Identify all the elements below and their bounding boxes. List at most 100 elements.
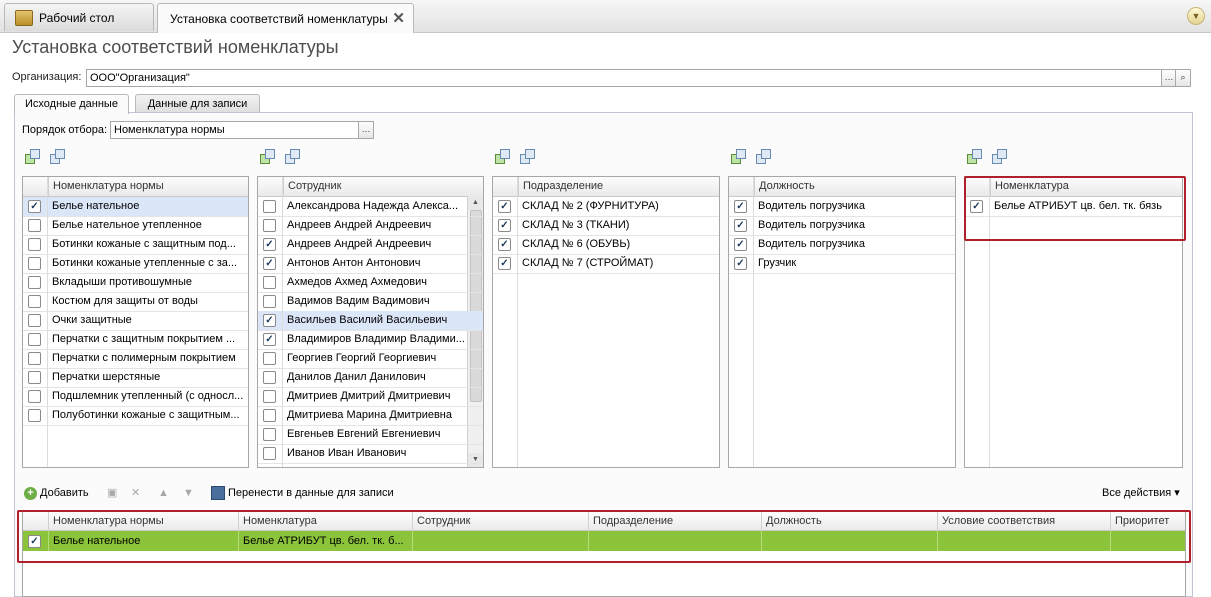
list-item[interactable]: ✓ СКЛАД № 2 (ФУРНИТУРА) <box>493 197 719 217</box>
column-header[interactable]: Номенклатура нормы <box>48 512 239 530</box>
row-checkbox[interactable] <box>263 409 276 422</box>
column-header-department[interactable]: Подразделение <box>518 177 719 196</box>
table-cell[interactable] <box>761 531 938 551</box>
row-checkbox[interactable] <box>28 371 41 384</box>
row-checkbox[interactable] <box>263 295 276 308</box>
table-cell[interactable] <box>588 531 762 551</box>
row-checkbox[interactable]: ✓ <box>263 333 276 346</box>
row-checkbox[interactable] <box>263 371 276 384</box>
list-item[interactable]: Перчатки шерстяные <box>23 368 248 388</box>
row-checkbox[interactable] <box>263 352 276 365</box>
row-checkbox[interactable] <box>28 238 41 251</box>
delete-icon[interactable]: ✕ <box>131 485 140 501</box>
list-item[interactable]: Вкладыши противошумные <box>23 273 248 293</box>
row-checkbox[interactable]: ✓ <box>28 200 41 213</box>
chevron-down-icon[interactable]: ▼ <box>1187 7 1205 25</box>
row-checkbox[interactable]: ✓ <box>734 200 747 213</box>
column-header[interactable]: Номенклатура <box>238 512 413 530</box>
column-header[interactable]: Должность <box>761 512 938 530</box>
list-item[interactable]: ✓ Владимиров Владимир Владими... <box>258 330 483 350</box>
list-item[interactable]: ✓ СКЛАД № 7 (СТРОЙМАТ) <box>493 254 719 274</box>
list-item[interactable]: Андреев Андрей Андреевич <box>258 216 483 236</box>
list-item[interactable]: Дмитриева Марина Дмитриевна <box>258 406 483 426</box>
list-item[interactable]: Подшлемник утепленный (с односл... <box>23 387 248 407</box>
row-checkbox[interactable]: ✓ <box>498 238 511 251</box>
order-select-button[interactable]: … <box>358 121 374 139</box>
department-grid[interactable]: Подразделение ✓ СКЛАД № 2 (ФУРНИТУРА) ✓ СКЛ… <box>492 176 720 468</box>
check-all-icon[interactable] <box>967 149 982 164</box>
row-checkbox[interactable] <box>28 295 41 308</box>
row-checkbox[interactable] <box>28 409 41 422</box>
row-checkbox[interactable]: ✓ <box>734 257 747 270</box>
list-item[interactable]: Очки защитные <box>23 311 248 331</box>
tab-data-for-record[interactable]: Данные для записи <box>135 94 260 113</box>
uncheck-all-icon[interactable] <box>756 149 771 164</box>
list-item[interactable]: ✓ Водитель погрузчика <box>729 197 955 217</box>
list-item[interactable]: ✓ Васильев Василий Васильевич <box>258 311 483 331</box>
list-item[interactable]: ✓ СКЛАД № 3 (ТКАНИ) <box>493 216 719 236</box>
search-icon[interactable]: ⌕ <box>1175 69 1191 87</box>
list-item[interactable]: ✓ Грузчик <box>729 254 955 274</box>
row-checkbox[interactable]: ✓ <box>263 238 276 251</box>
column-header-nomenclature[interactable]: Номенклатура <box>990 177 1182 196</box>
list-item[interactable]: Дмитриев Дмитрий Дмитриевич <box>258 387 483 407</box>
list-item[interactable]: Ботинки кожаные с защитным под... <box>23 235 248 255</box>
table-cell[interactable] <box>1110 531 1185 551</box>
table-cell[interactable]: Белье нательное <box>48 531 239 551</box>
norm-nomenclature-grid[interactable]: Номенклатура нормы ✓ Белье нательное Белье… <box>22 176 249 468</box>
list-item[interactable]: ✓ Андреев Андрей Андреевич <box>258 235 483 255</box>
row-checkbox[interactable]: ✓ <box>28 535 41 548</box>
check-all-icon[interactable] <box>731 149 746 164</box>
row-checkbox[interactable]: ✓ <box>734 219 747 232</box>
row-checkbox[interactable] <box>28 333 41 346</box>
list-item[interactable]: Полуботинки кожаные с защитным... <box>23 406 248 426</box>
list-item[interactable]: Ботинки кожаные утепленные с за... <box>23 254 248 274</box>
list-item[interactable]: Костюм для защиты от воды <box>23 292 248 312</box>
row-checkbox[interactable] <box>263 390 276 403</box>
table-cell[interactable] <box>937 531 1111 551</box>
list-item[interactable]: Перчатки с полимерным покрытием <box>23 349 248 369</box>
uncheck-all-icon[interactable] <box>285 149 300 164</box>
row-checkbox[interactable] <box>28 390 41 403</box>
row-checkbox[interactable]: ✓ <box>498 257 511 270</box>
column-header-position[interactable]: Должность <box>754 177 955 196</box>
row-checkbox[interactable]: ✓ <box>498 200 511 213</box>
copy-icon[interactable]: ▣ <box>107 485 117 501</box>
row-checkbox[interactable] <box>28 314 41 327</box>
tab-nomenclature-matching[interactable]: Установка соответствий номенклатуры ✕ <box>157 3 414 33</box>
table-row[interactable]: ✓ Белье нательное Белье АТРИБУТ цв. бел. т… <box>23 531 1185 551</box>
nomenclature-grid[interactable]: Номенклатура ✓ Белье АТРИБУТ цв. бел. тк.… <box>964 176 1183 468</box>
row-checkbox[interactable] <box>263 447 276 460</box>
list-item[interactable]: Вадимов Вадим Вадимович <box>258 292 483 312</box>
table-cell[interactable]: Белье АТРИБУТ цв. бел. тк. б... <box>238 531 413 551</box>
move-down-icon[interactable]: ▼ <box>183 485 194 501</box>
column-header[interactable]: Приоритет <box>1110 512 1185 530</box>
uncheck-all-icon[interactable] <box>520 149 535 164</box>
uncheck-all-icon[interactable] <box>50 149 65 164</box>
list-item[interactable]: Перчатки с защитным покрытием ... <box>23 330 248 350</box>
uncheck-all-icon[interactable] <box>992 149 1007 164</box>
row-checkbox[interactable]: ✓ <box>263 314 276 327</box>
list-item[interactable]: Георгиев Георгий Георгиевич <box>258 349 483 369</box>
list-item[interactable]: ✓ Белье АТРИБУТ цв. бел. тк. бязь <box>965 197 1182 217</box>
tab-source-data[interactable]: Исходные данные <box>14 94 129 114</box>
row-checkbox[interactable] <box>28 257 41 270</box>
row-checkbox[interactable]: ✓ <box>498 219 511 232</box>
row-checkbox[interactable]: ✓ <box>970 200 983 213</box>
close-icon[interactable]: ✕ <box>392 9 405 27</box>
column-header-norm-nomenclature[interactable]: Номенклатура нормы <box>48 177 248 196</box>
check-all-icon[interactable] <box>25 149 40 164</box>
row-checkbox[interactable] <box>263 219 276 232</box>
row-checkbox[interactable] <box>28 276 41 289</box>
table-cell[interactable] <box>412 531 589 551</box>
list-item[interactable]: Ахмедов Ахмед Ахмедович <box>258 273 483 293</box>
list-item[interactable]: ✓ Антонов Антон Антонович <box>258 254 483 274</box>
organization-field[interactable]: ООО"Организация" <box>86 69 1164 87</box>
row-checkbox[interactable] <box>263 428 276 441</box>
column-header[interactable]: Условие соответствия <box>937 512 1111 530</box>
row-checkbox[interactable]: ✓ <box>263 257 276 270</box>
row-checkbox[interactable] <box>263 276 276 289</box>
list-item[interactable]: ✓ Белье нательное <box>23 197 248 217</box>
list-item[interactable]: ✓ СКЛАД № 6 (ОБУВЬ) <box>493 235 719 255</box>
tab-desktop[interactable]: Рабочий стол <box>4 3 154 31</box>
